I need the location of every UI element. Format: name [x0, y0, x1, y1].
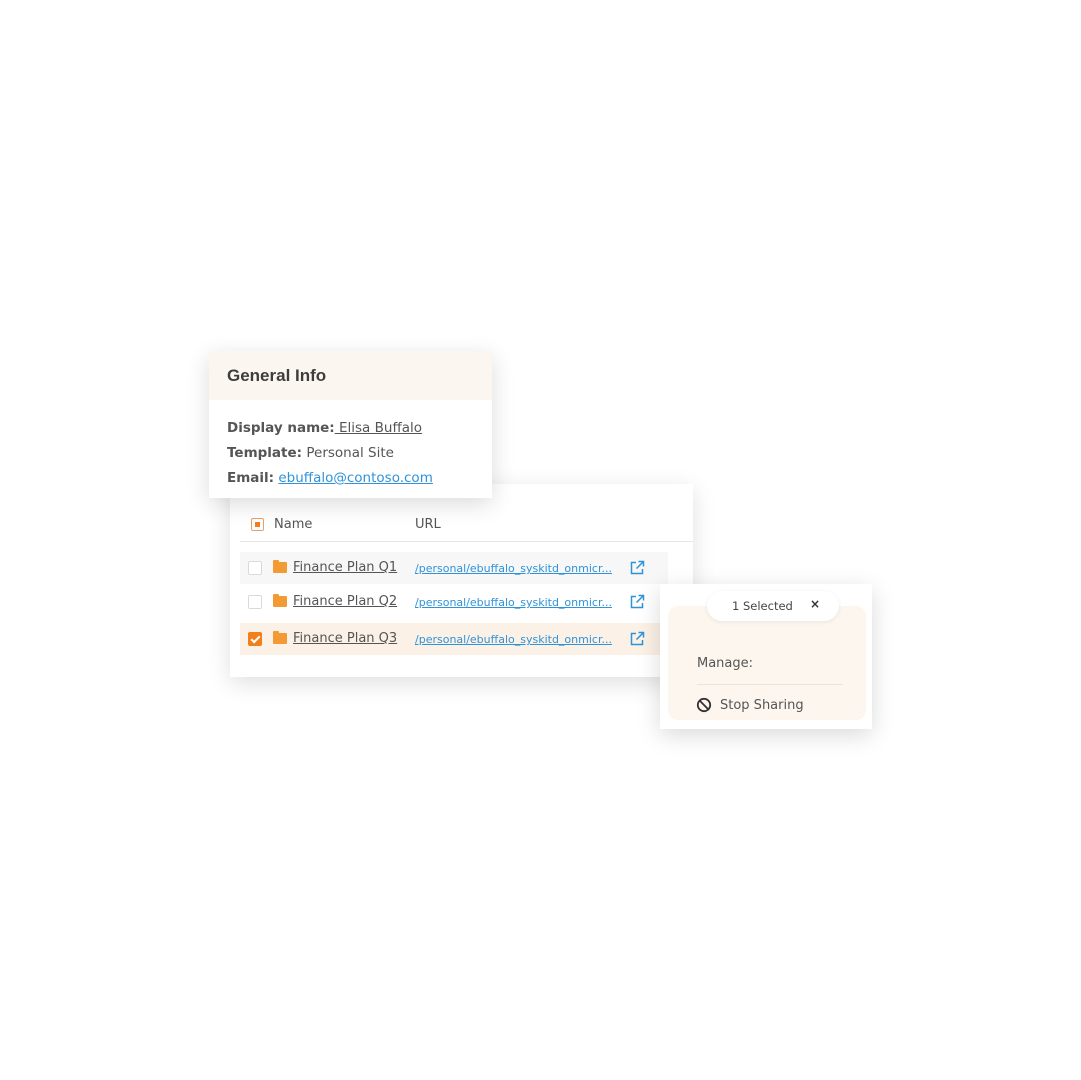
- table-header: Name URL: [240, 514, 693, 542]
- external-link-icon[interactable]: [629, 631, 645, 647]
- stop-sharing-button[interactable]: Stop Sharing: [696, 697, 816, 715]
- folder-icon: [273, 631, 287, 644]
- display-name-row: Display name: Elisa Buffalo: [227, 420, 422, 436]
- folder-icon: [273, 560, 287, 573]
- folder-icon: [273, 594, 287, 607]
- template-row: Template: Personal Site: [227, 445, 394, 461]
- select-all-checkbox[interactable]: [251, 518, 264, 531]
- selected-count-pill: 1 Selected ×: [707, 591, 839, 621]
- row-checkbox[interactable]: [248, 561, 262, 575]
- display-name-value[interactable]: Elisa Buffalo: [335, 420, 422, 436]
- stop-sharing-label: Stop Sharing: [720, 698, 804, 713]
- manage-label: Manage:: [697, 656, 754, 671]
- table-row[interactable]: Finance Plan Q2 /personal/ebuffalo_syski…: [240, 586, 668, 618]
- selection-panel-body: Manage: Stop Sharing: [668, 606, 866, 720]
- selected-count: 1 Selected: [732, 599, 793, 613]
- site-url-link[interactable]: /personal/ebuffalo_syskitd_onmicr...: [415, 596, 612, 609]
- row-checkbox[interactable]: [248, 595, 262, 609]
- sites-table-card: Name URL Finance Plan Q1 /personal/ebuff…: [230, 484, 693, 677]
- general-info-title: General Info: [227, 366, 327, 385]
- general-info-card: General Info Display name: Elisa Buffalo…: [209, 351, 492, 498]
- table-row-selected[interactable]: Finance Plan Q3 /personal/ebuffalo_syski…: [240, 623, 668, 655]
- site-name-link[interactable]: Finance Plan Q2: [293, 594, 397, 609]
- column-header-name[interactable]: Name: [274, 517, 312, 532]
- email-label: Email:: [227, 470, 275, 486]
- row-checkbox-checked[interactable]: [248, 632, 262, 646]
- email-link[interactable]: ebuffalo@contoso.com: [278, 470, 433, 486]
- close-icon[interactable]: ×: [810, 597, 820, 611]
- display-name-label: Display name:: [227, 420, 335, 436]
- table-row[interactable]: Finance Plan Q1 /personal/ebuffalo_syski…: [240, 552, 668, 584]
- external-link-icon[interactable]: [629, 594, 645, 610]
- template-value: Personal Site: [302, 445, 394, 461]
- column-header-url[interactable]: URL: [415, 517, 441, 532]
- site-url-link[interactable]: /personal/ebuffalo_syskitd_onmicr...: [415, 633, 612, 646]
- ban-icon: [696, 697, 712, 713]
- site-name-link[interactable]: Finance Plan Q1: [293, 560, 397, 575]
- email-row: Email: ebuffalo@contoso.com: [227, 470, 433, 486]
- general-info-header: General Info: [209, 351, 492, 400]
- site-url-link[interactable]: /personal/ebuffalo_syskitd_onmicr...: [415, 562, 612, 575]
- site-name-link[interactable]: Finance Plan Q3: [293, 631, 397, 646]
- divider: [697, 684, 843, 685]
- selection-panel: Manage: Stop Sharing 1 Selected ×: [660, 584, 872, 729]
- external-link-icon[interactable]: [629, 560, 645, 576]
- template-label: Template:: [227, 445, 303, 461]
